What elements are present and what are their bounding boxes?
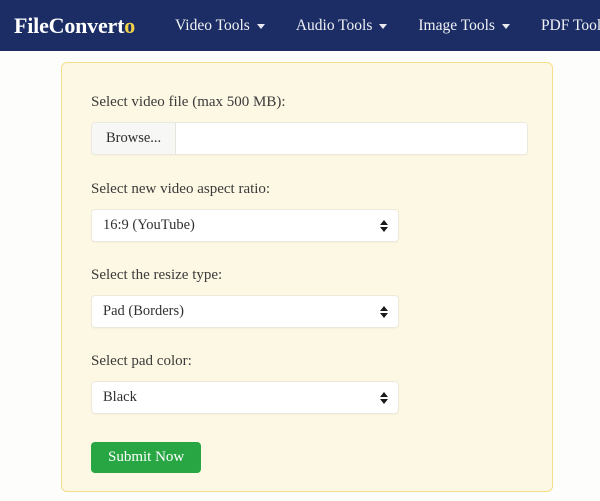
caret-up-icon (380, 391, 388, 397)
browse-button[interactable]: Browse... (92, 123, 177, 154)
aspect-ratio-label: Select new video aspect ratio: (91, 181, 271, 197)
pad-color-select[interactable]: Black (91, 381, 399, 414)
file-field-label: Select video file (max 500 MB): (91, 94, 286, 110)
nav-item-label: Audio Tools (295, 16, 373, 34)
chevron-down-icon (256, 24, 265, 29)
resize-type-select[interactable]: Pad (Borders) (91, 295, 399, 328)
top-navbar: FileConverto Video Tools Audio Tools Ima… (0, 0, 600, 51)
chevron-down-icon (501, 24, 510, 29)
resize-type-label: Select the resize type: (91, 267, 223, 283)
form-body: Select video file (max 500 MB): Browse..… (62, 63, 552, 473)
nav-item-label: Image Tools (418, 16, 495, 34)
chevron-down-icon (379, 24, 388, 29)
submit-button[interactable]: Submit Now (91, 442, 202, 473)
pad-color-label: Select pad color: (91, 353, 192, 369)
nav-item-image-tools[interactable]: Image Tools (418, 17, 510, 35)
logo-text-main: FileConvert (14, 12, 125, 38)
pad-color-value: Black (103, 389, 137, 405)
nav-item-pdf-tools[interactable]: PDF Tools (541, 17, 600, 35)
nav-item-label: PDF Tools (540, 16, 600, 34)
caret-down-icon (380, 226, 388, 232)
nav-menu: Video Tools Audio Tools Image Tools PDF … (175, 17, 600, 35)
resize-type-value: Pad (Borders) (103, 303, 184, 319)
select-updown-icon (380, 305, 388, 318)
video-file-input[interactable]: Browse... (91, 122, 528, 155)
logo-text-accent: o (124, 12, 136, 38)
nav-item-video-tools[interactable]: Video Tools (175, 17, 265, 35)
caret-down-icon (380, 312, 388, 318)
selected-file-name[interactable] (176, 123, 527, 154)
video-resize-form-card: Select video file (max 500 MB): Browse..… (61, 62, 553, 492)
caret-up-icon (380, 305, 388, 311)
caret-up-icon (380, 219, 388, 225)
select-updown-icon (380, 391, 388, 404)
aspect-ratio-select[interactable]: 16:9 (YouTube) (91, 209, 399, 242)
nav-item-audio-tools[interactable]: Audio Tools (296, 17, 388, 35)
caret-down-icon (380, 398, 388, 404)
select-updown-icon (380, 219, 388, 232)
site-logo[interactable]: FileConverto (14, 13, 135, 39)
nav-item-label: Video Tools (175, 16, 250, 34)
aspect-ratio-value: 16:9 (YouTube) (103, 217, 195, 233)
